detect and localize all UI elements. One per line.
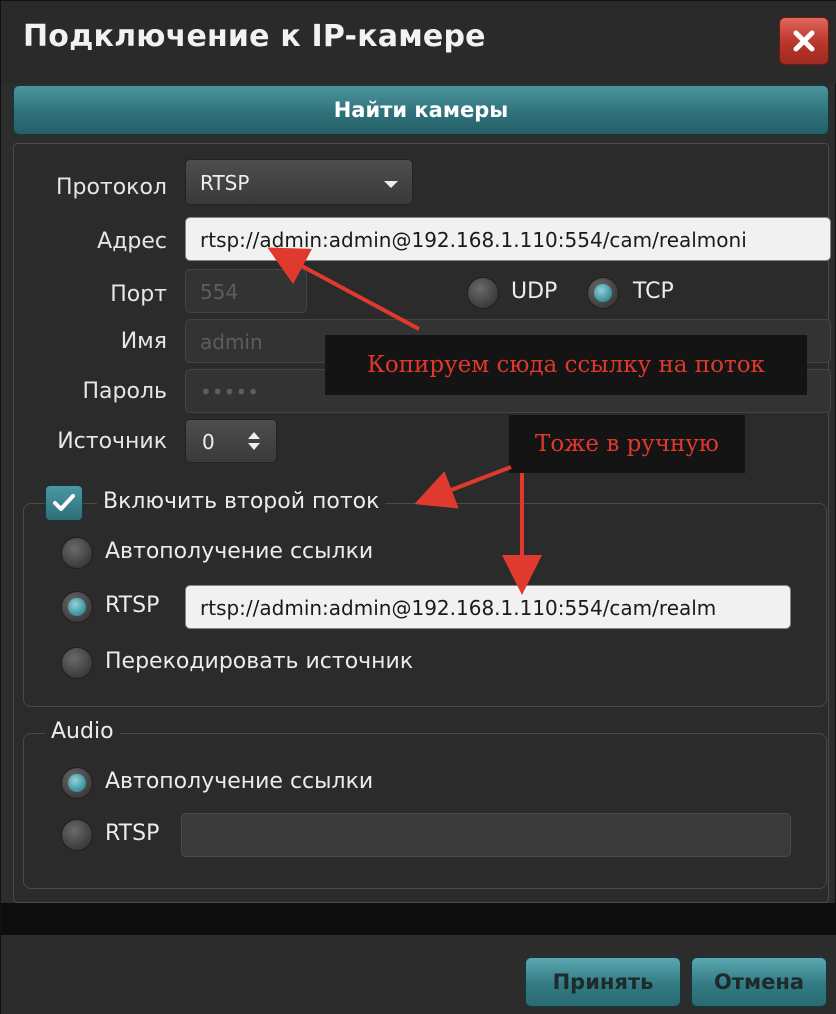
password-value: ••••• [200,380,259,404]
chevron-down-icon [384,181,398,188]
port-input[interactable]: 554 [185,269,307,313]
audio-rtsp-label: RTSP [105,821,160,846]
udp-label: UDP [511,279,558,304]
port-label: Порт [110,282,167,307]
find-cameras-label: Найти камеры [333,98,509,122]
second-stream-auto-radio[interactable] [61,537,93,569]
name-label: Имя [120,329,167,354]
chevron-up-icon [248,432,260,439]
cancel-label: Отмена [713,970,805,994]
transcode-radio[interactable] [61,647,93,679]
second-stream-label: Включить второй поток [97,489,386,514]
audio-rtsp-input[interactable] [181,813,791,857]
tcp-radio[interactable] [587,277,619,309]
close-icon [793,30,815,52]
tcp-label: TCP [633,279,674,304]
accept-label: Принять [552,970,654,994]
port-value: 554 [200,280,239,304]
address-label: Адрес [97,229,167,254]
audio-auto-radio[interactable] [61,767,93,799]
address-input[interactable]: rtsp://admin:admin@192.168.1.110:554/cam… [185,217,831,261]
second-stream-rtsp-input[interactable]: rtsp://admin:admin@192.168.1.110:554/cam… [185,585,791,629]
udp-radio[interactable] [467,277,499,309]
source-value: 0 [202,430,215,454]
protocol-label: Протокол [55,175,167,200]
close-button[interactable] [779,17,829,65]
ip-camera-dialog: Подключение к IP-камере Найти камеры Про… [0,0,836,1014]
source-label: Источник [57,429,167,454]
second-stream-auto-label: Автополучение ссылки [105,539,374,564]
name-value: admin [200,330,263,354]
cancel-button[interactable]: Отмена [691,957,827,1007]
chevron-down-icon [248,443,260,450]
second-stream-rtsp-label: RTSP [105,593,160,618]
annotation-note-copy-link: Копируем сюда ссылку на поток [325,335,807,395]
password-label: Пароль [82,379,167,404]
protocol-value: RTSP [200,171,250,195]
audio-auto-label: Автополучение ссылки [105,769,374,794]
transcode-label: Перекодировать источник [105,649,414,674]
source-stepper[interactable]: 0 [185,419,277,463]
address-value: rtsp://admin:admin@192.168.1.110:554/cam… [200,228,747,252]
dialog-title: Подключение к IP-камере [23,19,486,54]
find-cameras-button[interactable]: Найти камеры [13,85,829,135]
second-stream-checkbox[interactable] [45,485,83,521]
protocol-select[interactable]: RTSP [185,159,413,205]
second-stream-rtsp-value: rtsp://admin:admin@192.168.1.110:554/cam… [200,596,717,620]
audio-legend: Audio [45,719,120,744]
accept-button[interactable]: Принять [525,957,681,1007]
annotation-note-manual: Тоже в ручную [509,415,745,473]
second-stream-rtsp-radio[interactable] [61,591,93,623]
checkmark-icon [53,494,75,511]
audio-rtsp-radio[interactable] [61,819,93,851]
audio-group [23,733,827,889]
footer-separator [1,903,836,935]
title-bar: Подключение к IP-камере [1,1,836,83]
